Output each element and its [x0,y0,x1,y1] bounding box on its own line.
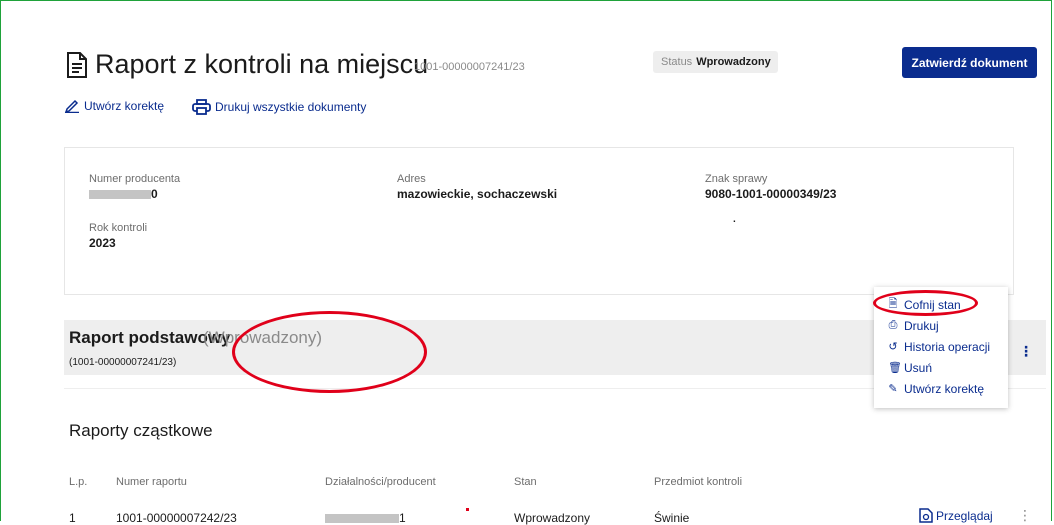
redacted-block [325,514,399,524]
address-label: Adres [397,173,426,185]
browse-doc-icon [919,508,933,523]
annotation-ellipse-undo [873,290,978,316]
column-header-number: Numer raportu [116,476,187,488]
trash-icon: 🗑 [888,362,902,374]
confirm-document-button[interactable]: Zatwierdź dokument [902,47,1037,78]
pencil-icon: ✎ [888,383,898,395]
column-header-state: Stan [514,476,537,488]
menu-item-label: Utwórz korektę [904,381,985,396]
menu-item-label: Drukuj [904,318,939,333]
printer-icon: ⎙ [888,319,898,331]
producer-number-label: Numer producenta [89,173,181,185]
status-badge: Status Wprowadzony [653,51,778,73]
partial-reports-title: Raporty cząstkowe [69,421,213,440]
case-number-label: Znak sprawy [705,173,768,185]
menu-item-delete[interactable]: 🗑 Usuń [874,357,1008,378]
menu-item-create-correction[interactable]: ✎ Utwórz korektę [874,378,1008,399]
annotation-ellipse-state [232,311,427,393]
print-all-link[interactable]: Drukuj wszystkie dokumenty [192,99,366,115]
document-number: 1001-00000007241/23 [414,61,525,73]
menu-item-print[interactable]: ⎙ Drukuj [874,315,1008,336]
address-value: mazowieckie, sochaczewski [397,187,558,201]
browse-label: Przeglądaj [936,508,993,523]
column-header-producer: Działalności/producent [325,476,436,488]
column-header-subject: Przedmiot kontroli [654,476,743,488]
info-card [64,147,1014,295]
column-header-lp: L.p. [69,476,88,488]
row-kebab-icon[interactable]: ⋮ [1018,507,1032,524]
kebab-icon[interactable]: ⋮ [1019,343,1033,360]
status-value: Wprowadzony [696,56,771,68]
history-icon: ↺ [888,341,898,353]
producer-number-value: 0 [89,187,158,201]
year-label: Rok kontroli [89,222,148,234]
menu-item-history[interactable]: ↺ Historia operacji [874,336,1008,357]
year-value: 2023 [89,236,116,250]
page-title: Raport z kontroli na miejscu [95,49,429,79]
print-all-label: Drukuj wszystkie dokumenty [215,100,367,114]
redacted-block [89,190,151,200]
menu-item-label: Historia operacji [904,339,991,354]
create-correction-link[interactable]: Utwórz korektę [64,99,164,113]
create-correction-label: Utwórz korektę [84,99,165,113]
basic-report-number: (1001-00000007241/23) [69,357,177,368]
annotation-dot [466,508,469,511]
case-number-value: 9080-1001-00000349/23 [705,187,837,201]
printer-icon [192,99,211,115]
menu-item-label: Usuń [904,360,933,375]
browse-link[interactable]: Przeglądaj [919,508,993,523]
document-icon [67,52,87,78]
case-extra: . [733,214,736,225]
status-label: Status [661,56,693,68]
pencil-icon [64,99,79,113]
